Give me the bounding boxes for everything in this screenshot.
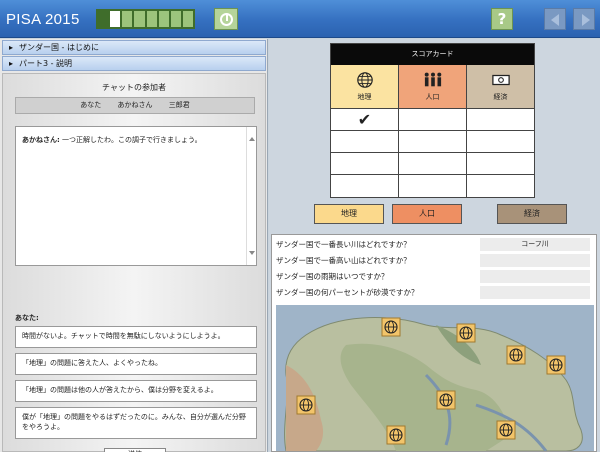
question-row: ザンダー国で一番長い川はどれですか？ コーフ川 bbox=[272, 237, 596, 252]
chat-option[interactable]: 「地理」の問題は他の人が答えたから、僕は分野を変えるよ。 bbox=[15, 380, 257, 402]
chat-option[interactable]: 「地理」の問題に答えた人、よくやったね。 bbox=[15, 353, 257, 375]
category-economy: 経済 bbox=[467, 65, 534, 109]
globe-icon[interactable] bbox=[436, 390, 456, 410]
chevron-right-icon: ▸ bbox=[9, 59, 14, 68]
money-icon bbox=[491, 74, 510, 86]
participants-bar: あなた あかねさん 三郎君 bbox=[15, 97, 255, 114]
scorecard-title: スコアカード bbox=[331, 44, 534, 65]
globe-icon[interactable] bbox=[296, 395, 316, 415]
globe-icon[interactable] bbox=[506, 345, 526, 365]
send-button[interactable]: 送信 bbox=[104, 448, 166, 452]
scorecard-row bbox=[331, 131, 534, 153]
progress-indicator bbox=[96, 9, 195, 29]
question-row: ザンダー国の何パーセントが砂漠ですか？ bbox=[272, 285, 596, 300]
top-bar: PISA 2015 ? bbox=[0, 0, 600, 38]
question-row: ザンダー国の雨期はいつですか？ bbox=[272, 269, 596, 284]
chat-speaker: あかねさん: bbox=[22, 136, 60, 144]
scorecard-cell bbox=[399, 175, 467, 197]
globe-icon[interactable] bbox=[546, 355, 566, 375]
globe-icon[interactable] bbox=[386, 425, 406, 445]
tab-geography[interactable]: 地理 bbox=[314, 204, 384, 224]
chat-text: 一つ正解したわ。この調子で行きましょう。 bbox=[59, 136, 202, 144]
question-text: ザンダー国の何パーセントが砂漠ですか？ bbox=[276, 288, 419, 297]
progress-step bbox=[170, 11, 181, 27]
scorecard-cell: ✔ bbox=[331, 109, 399, 131]
scorecard-cell bbox=[467, 153, 534, 175]
scorecard-categories: 地理 人口 経済 bbox=[331, 65, 534, 109]
scorecard-cell bbox=[331, 175, 399, 197]
participant-you: あなた bbox=[80, 101, 102, 109]
chat-area: チャットの参加者 あなた あかねさん 三郎君 あかねさん: 一つ正解したわ。この… bbox=[2, 73, 266, 452]
clock-icon[interactable] bbox=[214, 8, 238, 30]
progress-step bbox=[110, 11, 121, 27]
tab-population[interactable]: 人口 bbox=[392, 204, 462, 224]
progress-step bbox=[122, 11, 133, 27]
left-panel: ▸ ザンダー国 - はじめに ▸ パート3 - 説明 チャットの参加者 あなた あか… bbox=[0, 39, 268, 452]
chat-option[interactable]: 時間がないよ。チャットで時間を無駄にしないようにしようよ。 bbox=[15, 326, 257, 348]
question-text: ザンダー国で一番高い山はどれですか？ bbox=[276, 256, 411, 265]
progress-step bbox=[146, 11, 157, 27]
question-panel: ザンダー国で一番長い川はどれですか？ コーフ川 ザンダー国で一番高い山はどれです… bbox=[271, 234, 597, 452]
progress-step bbox=[182, 11, 193, 27]
people-icon bbox=[424, 72, 441, 87]
progress-step bbox=[158, 11, 169, 27]
section-intro[interactable]: ▸ ザンダー国 - はじめに bbox=[2, 40, 266, 55]
scorecard-row bbox=[331, 153, 534, 175]
tab-economy[interactable]: 経済 bbox=[497, 204, 567, 224]
globe-icon[interactable] bbox=[496, 420, 516, 440]
participant-akane: あかねさん bbox=[117, 101, 153, 109]
progress-step bbox=[98, 11, 109, 27]
chat-scrollbar[interactable] bbox=[246, 127, 256, 265]
globe-icon[interactable] bbox=[381, 317, 401, 337]
scorecard-cell bbox=[331, 131, 399, 153]
category-label: 地理 bbox=[357, 93, 372, 101]
category-geography: 地理 bbox=[331, 65, 399, 109]
globe-icon[interactable] bbox=[456, 323, 476, 343]
question-text: ザンダー国の雨期はいつですか？ bbox=[276, 272, 389, 281]
chevron-right-icon: ▸ bbox=[9, 43, 14, 52]
scorecard-row bbox=[331, 175, 534, 197]
arrow-left-icon[interactable] bbox=[544, 8, 566, 30]
answer-field[interactable] bbox=[480, 270, 590, 283]
question-text: ザンダー国で一番長い川はどれですか？ bbox=[276, 240, 411, 249]
answer-field[interactable] bbox=[480, 254, 590, 267]
question-mark-icon[interactable]: ? bbox=[491, 8, 513, 30]
right-panel: スコアカード 地理 人口 経済 ✔ 地理 人口 経済 ザンダー国で一番長い川はど… bbox=[269, 39, 600, 452]
category-population: 人口 bbox=[399, 65, 467, 109]
scorecard-cell bbox=[399, 153, 467, 175]
question-row: ザンダー国で一番高い山はどれですか？ bbox=[272, 253, 596, 268]
chat-log: あかねさん: 一つ正解したわ。この調子で行きましょう。 bbox=[15, 126, 257, 266]
scorecard-cell bbox=[399, 109, 467, 131]
category-label: 人口 bbox=[425, 93, 440, 101]
app-title: PISA 2015 bbox=[6, 11, 80, 28]
section-intro-label: ザンダー国 - はじめに bbox=[19, 43, 99, 52]
scroll-up-icon[interactable] bbox=[249, 137, 255, 141]
section-part3[interactable]: ▸ パート3 - 説明 bbox=[2, 56, 266, 71]
scorecard-cell bbox=[467, 109, 534, 131]
scorecard-cell bbox=[467, 175, 534, 197]
scorecard-cell bbox=[467, 131, 534, 153]
scroll-down-icon[interactable] bbox=[249, 251, 255, 255]
island-map bbox=[276, 305, 594, 451]
you-label: あなた: bbox=[15, 314, 39, 322]
scorecard-row: ✔ bbox=[331, 109, 534, 131]
chat-message: あかねさん: 一つ正解したわ。この調子で行きましょう。 bbox=[22, 135, 202, 145]
scorecard-cell bbox=[399, 131, 467, 153]
globe-icon bbox=[356, 72, 373, 88]
chat-title: チャットの参加者 bbox=[102, 83, 166, 92]
participant-saburo: 三郎君 bbox=[168, 101, 190, 109]
answer-field[interactable]: コーフ川 bbox=[480, 238, 590, 251]
scorecard: スコアカード 地理 人口 経済 ✔ bbox=[330, 43, 535, 198]
category-label: 経済 bbox=[493, 93, 508, 101]
progress-step bbox=[134, 11, 145, 27]
arrow-right-icon[interactable] bbox=[573, 8, 595, 30]
section-part3-label: パート3 - 説明 bbox=[19, 59, 73, 68]
scorecard-cell bbox=[331, 153, 399, 175]
chat-option[interactable]: 僕が「地理」の問題をやるはずだったのに。みんな、自分が選んだ分野をやろうよ。 bbox=[15, 407, 257, 439]
answer-field[interactable] bbox=[480, 286, 590, 299]
